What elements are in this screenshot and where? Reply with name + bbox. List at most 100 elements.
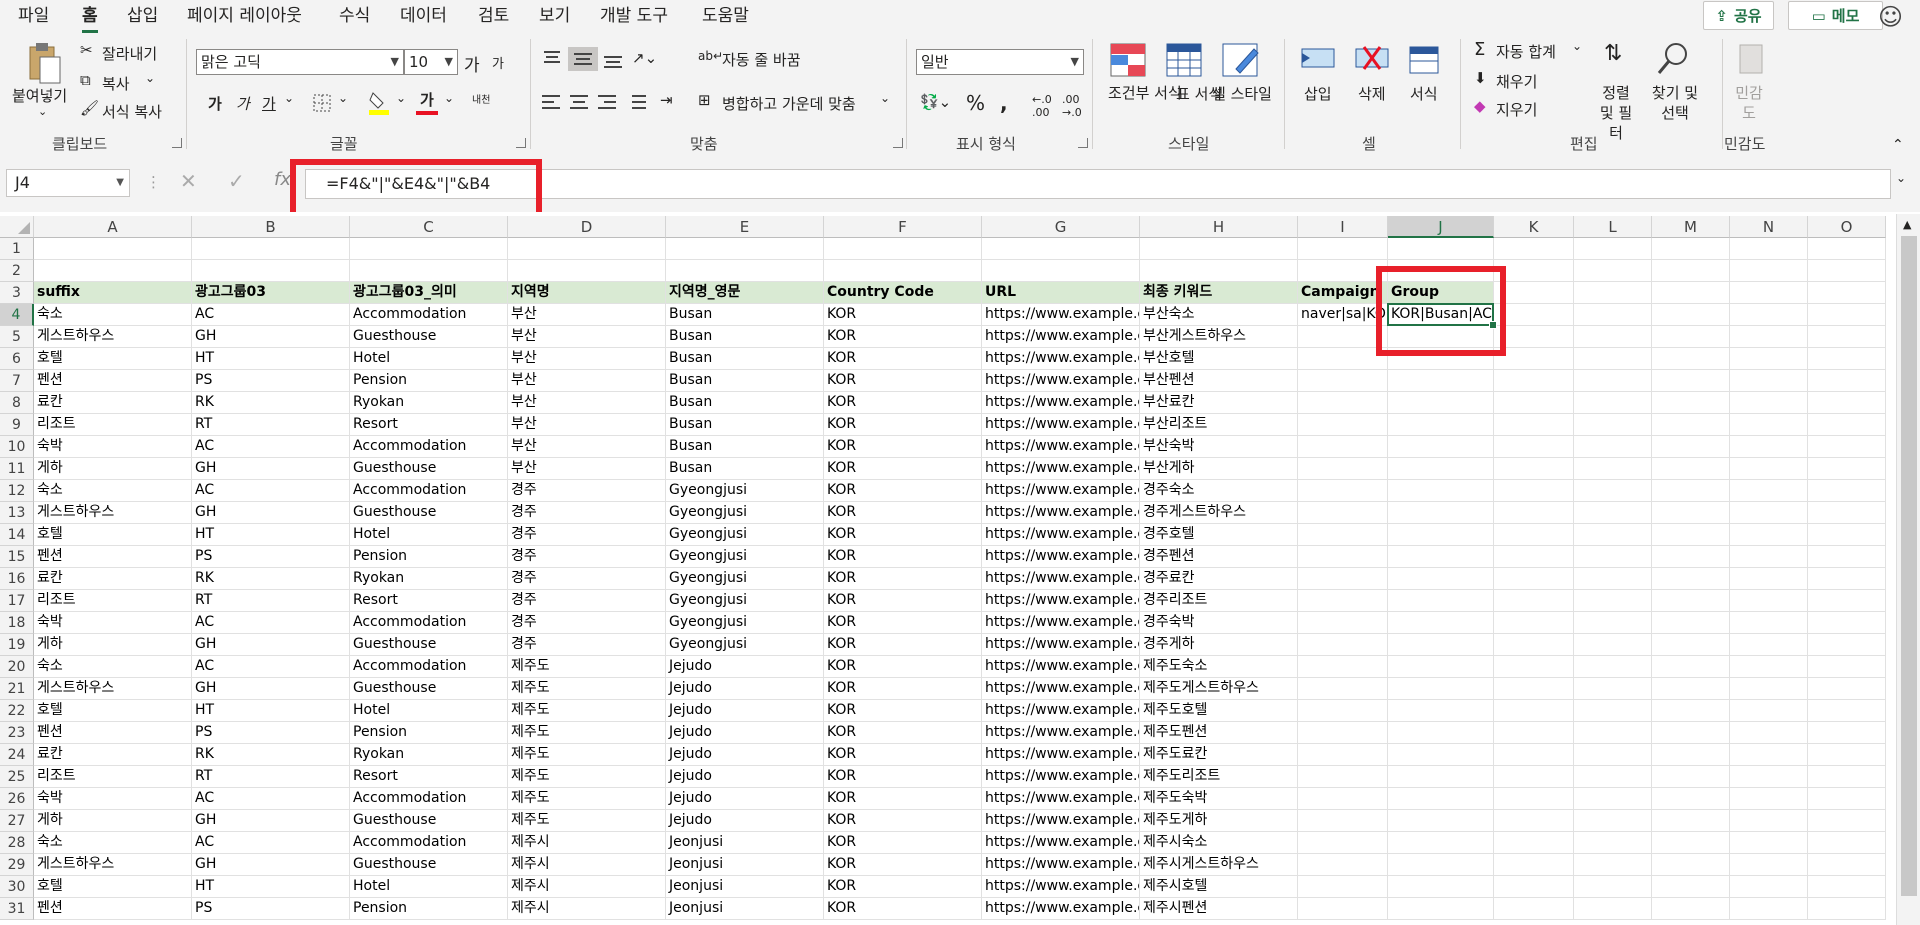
cell-A11[interactable]: 게하 — [34, 458, 192, 480]
cell-F8[interactable]: KOR — [824, 392, 982, 414]
cell-J28[interactable] — [1388, 832, 1494, 854]
cell-C11[interactable]: Guesthouse — [350, 458, 508, 480]
cell-G16[interactable]: https://www.example.co.kr — [982, 568, 1140, 590]
cell-I11[interactable] — [1298, 458, 1388, 480]
cell-M29[interactable] — [1652, 854, 1730, 876]
cell-H11[interactable]: 부산게하 — [1140, 458, 1298, 480]
cell-F16[interactable]: KOR — [824, 568, 982, 590]
cell-F30[interactable]: KOR — [824, 876, 982, 898]
cell-F9[interactable]: KOR — [824, 414, 982, 436]
cell-I30[interactable] — [1298, 876, 1388, 898]
cell-G18[interactable]: https://www.example.co.kr — [982, 612, 1140, 634]
cell-D1[interactable] — [508, 238, 666, 260]
row-header-22[interactable]: 22 — [0, 700, 34, 722]
cell-N29[interactable] — [1730, 854, 1808, 876]
expand-formula-bar-icon[interactable]: ⌄ — [1896, 171, 1906, 185]
column-header-L[interactable]: L — [1574, 216, 1652, 238]
cell-E28[interactable]: Jeonjusi — [666, 832, 824, 854]
cell-N19[interactable] — [1730, 634, 1808, 656]
cell-K4[interactable] — [1494, 304, 1574, 326]
cell-L29[interactable] — [1574, 854, 1652, 876]
cell-G11[interactable]: https://www.example.co.kr — [982, 458, 1140, 480]
cell-M10[interactable] — [1652, 436, 1730, 458]
cell-A13[interactable]: 게스트하우스 — [34, 502, 192, 524]
cell-C6[interactable]: Hotel — [350, 348, 508, 370]
cell-E8[interactable]: Busan — [666, 392, 824, 414]
cell-J16[interactable] — [1388, 568, 1494, 590]
cell-L15[interactable] — [1574, 546, 1652, 568]
cell-D19[interactable]: 경주 — [508, 634, 666, 656]
cell-F20[interactable]: KOR — [824, 656, 982, 678]
cell-N21[interactable] — [1730, 678, 1808, 700]
cell-H24[interactable]: 제주도료칸 — [1140, 744, 1298, 766]
cell-B20[interactable]: AC — [192, 656, 350, 678]
feedback-smiley-icon[interactable]: ☺ — [1878, 3, 1903, 31]
cell-D9[interactable]: 부산 — [508, 414, 666, 436]
cell-F31[interactable]: KOR — [824, 898, 982, 920]
row-header-7[interactable]: 7 — [0, 370, 34, 392]
name-box[interactable]: J4 ▼ — [6, 169, 130, 197]
cell-M22[interactable] — [1652, 700, 1730, 722]
cell-I22[interactable] — [1298, 700, 1388, 722]
cell-I9[interactable] — [1298, 414, 1388, 436]
row-header-11[interactable]: 11 — [0, 458, 34, 480]
cell-M19[interactable] — [1652, 634, 1730, 656]
cell-O18[interactable] — [1808, 612, 1886, 634]
cell-B13[interactable]: GH — [192, 502, 350, 524]
cell-O14[interactable] — [1808, 524, 1886, 546]
phonetic-guide-button[interactable]: 내천 — [472, 91, 490, 106]
select-all-corner[interactable] — [0, 216, 34, 238]
cell-N9[interactable] — [1730, 414, 1808, 436]
column-header-B[interactable]: B — [192, 216, 350, 238]
collapse-ribbon-icon[interactable]: ⌃ — [1892, 137, 1904, 153]
cell-I4[interactable]: naver|sa|KOR — [1298, 304, 1388, 326]
cell-K20[interactable] — [1494, 656, 1574, 678]
cell-H16[interactable]: 경주료칸 — [1140, 568, 1298, 590]
cell-L16[interactable] — [1574, 568, 1652, 590]
cell-C9[interactable]: Resort — [350, 414, 508, 436]
cell-G2[interactable] — [982, 260, 1140, 282]
cell-C21[interactable]: Guesthouse — [350, 678, 508, 700]
cell-O29[interactable] — [1808, 854, 1886, 876]
cell-M12[interactable] — [1652, 480, 1730, 502]
tab-page-layout[interactable]: 페이지 레이아웃 — [187, 4, 302, 30]
cell-F29[interactable]: KOR — [824, 854, 982, 876]
cell-A22[interactable]: 호텔 — [34, 700, 192, 722]
vertical-align-icons[interactable] — [540, 47, 630, 71]
cell-E23[interactable]: Jejudo — [666, 722, 824, 744]
cell-G14[interactable]: https://www.example.co.kr — [982, 524, 1140, 546]
row-header-4[interactable]: 4 — [0, 304, 34, 326]
row-header-30[interactable]: 30 — [0, 876, 34, 898]
cell-L23[interactable] — [1574, 722, 1652, 744]
cell-F15[interactable]: KOR — [824, 546, 982, 568]
row-header-28[interactable]: 28 — [0, 832, 34, 854]
cell-O23[interactable] — [1808, 722, 1886, 744]
cell-N26[interactable] — [1730, 788, 1808, 810]
cell-H30[interactable]: 제주시호텔 — [1140, 876, 1298, 898]
cell-L3[interactable] — [1574, 282, 1652, 304]
cell-K12[interactable] — [1494, 480, 1574, 502]
cell-I21[interactable] — [1298, 678, 1388, 700]
cell-O13[interactable] — [1808, 502, 1886, 524]
cell-K28[interactable] — [1494, 832, 1574, 854]
cell-A23[interactable]: 펜션 — [34, 722, 192, 744]
cell-A17[interactable]: 리조트 — [34, 590, 192, 612]
cell-E9[interactable]: Busan — [666, 414, 824, 436]
cell-K31[interactable] — [1494, 898, 1574, 920]
cell-E12[interactable]: Gyeongjusi — [666, 480, 824, 502]
cell-E29[interactable]: Jeonjusi — [666, 854, 824, 876]
tab-view[interactable]: 보기 — [539, 4, 570, 30]
scroll-thumb[interactable] — [1901, 236, 1917, 896]
cell-D30[interactable]: 제주시 — [508, 876, 666, 898]
cell-O26[interactable] — [1808, 788, 1886, 810]
tab-developer[interactable]: 개발 도구 — [600, 4, 668, 30]
cell-J29[interactable] — [1388, 854, 1494, 876]
cell-L30[interactable] — [1574, 876, 1652, 898]
cell-N25[interactable] — [1730, 766, 1808, 788]
cell-E27[interactable]: Jejudo — [666, 810, 824, 832]
cell-L18[interactable] — [1574, 612, 1652, 634]
cell-G28[interactable]: https://www.example.co.kr — [982, 832, 1140, 854]
cell-I8[interactable] — [1298, 392, 1388, 414]
cell-O9[interactable] — [1808, 414, 1886, 436]
cell-K10[interactable] — [1494, 436, 1574, 458]
